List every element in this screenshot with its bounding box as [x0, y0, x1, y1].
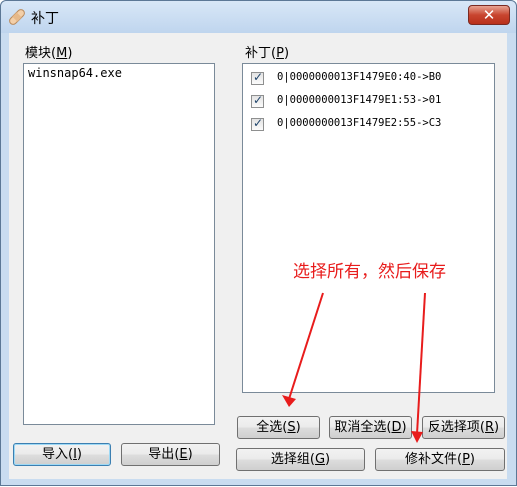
annotation-arrows: [282, 292, 426, 443]
arrow-head-patch-file: [411, 431, 423, 443]
patch-dialog: 补丁 ✕ 模块(M) winsnap64.exe 补丁(P) 0|0000000…: [0, 0, 517, 486]
arrow-to-select-all: [288, 292, 324, 400]
arrow-to-patch-file: [416, 292, 426, 435]
